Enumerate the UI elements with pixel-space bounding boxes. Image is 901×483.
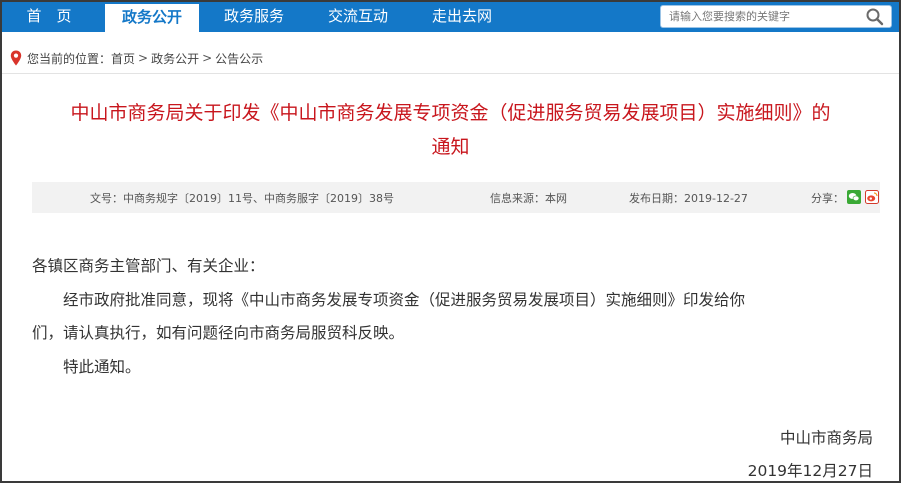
nav-item-government-affairs[interactable]: 政务公开 xyxy=(105,2,199,32)
nav-item-interaction[interactable]: 交流互动 xyxy=(311,2,405,32)
nav-item-home[interactable]: 首 页 xyxy=(2,2,96,32)
info-source: 信息来源：本网 xyxy=(490,192,567,205)
salutation: 各镇区商务主管部门、有关企业： xyxy=(32,257,265,275)
nav-item-going-global[interactable]: 走出去网 xyxy=(415,2,509,32)
breadcrumb-separator: > xyxy=(202,51,213,65)
breadcrumb-government-affairs[interactable]: 政务公开 xyxy=(151,50,199,67)
signature-date: 2019年12月27日 xyxy=(747,462,873,480)
breadcrumb: 您当前的位置： 首页 > 政务公开 > 公告公示 xyxy=(10,50,263,66)
article-body: 各镇区商务主管部门、有关企业： 经市政府批准同意，现将《中山市商务发展专项资金（… xyxy=(32,250,882,384)
search-input[interactable] xyxy=(669,7,859,26)
document-number: 文号：中商务规字〔2019〕11号、中商务服字〔2019〕38号 xyxy=(90,192,394,205)
nav-item-government-services[interactable]: 政务服务 xyxy=(207,2,301,32)
publish-date: 发布日期：2019-12-27 xyxy=(629,192,748,205)
article-title-line2: 通知 xyxy=(431,136,470,158)
breadcrumb-prefix: 您当前的位置： xyxy=(27,51,112,66)
breadcrumb-separator: > xyxy=(138,51,149,65)
body-paragraph-2: 特此通知。 xyxy=(63,357,141,376)
wechat-icon[interactable] xyxy=(847,190,861,204)
signature-block: 中山市商务局 2019年12月27日 xyxy=(747,422,873,481)
breadcrumb-home[interactable]: 首页 xyxy=(111,50,135,67)
body-paragraph-1-line-1: 经市政府批准同意，现将《中山市商务发展专项资金（促进服务贸易发展项目）实施细则》… xyxy=(63,290,746,309)
page-frame: 首 页 政务公开 政务服务 交流互动 走出去网 您当前的位置： 首页 > 政务公… xyxy=(0,0,901,483)
article-title: 中山市商务局关于印发《中山市商务发展专项资金（促进服务贸易发展项目）实施细则》的… xyxy=(22,96,879,164)
location-pin-icon xyxy=(10,50,22,66)
article-meta-bar: 文号：中商务规字〔2019〕11号、中商务服字〔2019〕38号 信息来源：本网… xyxy=(32,182,880,213)
body-paragraph-1-line-2: 们，请认真执行，如有问题径向市商务局服贸科反映。 xyxy=(32,324,405,342)
breadcrumb-divider xyxy=(2,73,899,74)
breadcrumb-announcements[interactable]: 公告公示 xyxy=(215,50,263,67)
top-nav-bar: 首 页 政务公开 政务服务 交流互动 走出去网 xyxy=(2,2,899,32)
share-label: 分享： xyxy=(811,192,844,205)
search-box xyxy=(660,5,892,28)
weibo-icon[interactable] xyxy=(865,190,879,204)
signature-organization: 中山市商务局 xyxy=(779,429,873,447)
article-title-line1: 中山市商务局关于印发《中山市商务发展专项资金（促进服务贸易发展项目）实施细则》的 xyxy=(70,102,831,124)
search-icon[interactable] xyxy=(863,7,887,26)
